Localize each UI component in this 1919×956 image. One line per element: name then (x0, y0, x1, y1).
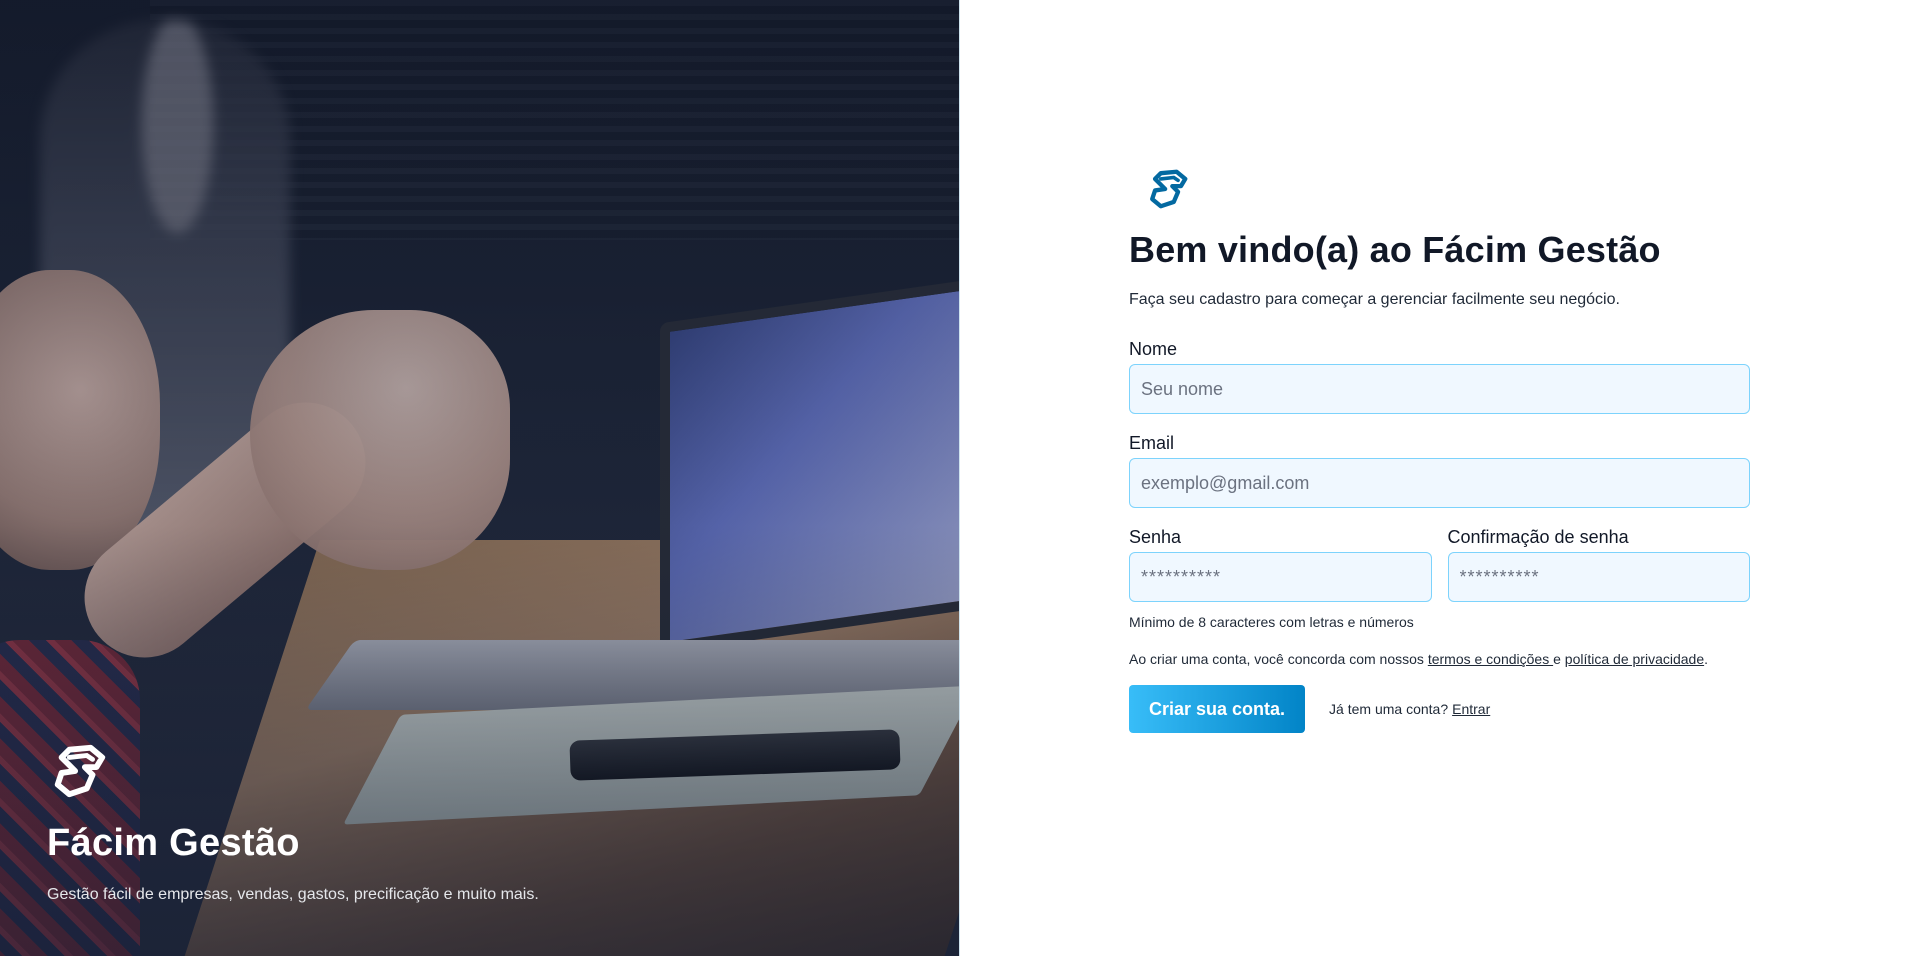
signup-page: Fácim Gestão Gestão fácil de empresas, v… (0, 0, 1919, 956)
form-actions: Criar sua conta. Já tem uma conta? Entrar (1129, 685, 1750, 733)
name-field-group: Nome (1129, 339, 1750, 414)
hero-tagline: Gestão fácil de empresas, vendas, gastos… (47, 886, 539, 903)
password-row: Senha Confirmação de senha (1129, 527, 1750, 602)
login-prompt-text: Já tem uma conta? (1329, 701, 1449, 717)
privacy-link[interactable]: política de privacidade (1565, 651, 1704, 667)
password-confirm-input[interactable] (1447, 552, 1750, 602)
signup-form: Bem vindo(a) ao Fácim Gestão Faça seu ca… (1129, 166, 1750, 733)
password-hint: Mínimo de 8 caracteres com letras e núme… (1129, 614, 1414, 630)
password-confirm-label: Confirmação de senha (1447, 527, 1629, 547)
email-label: Email (1129, 433, 1175, 453)
password-field-group: Senha (1129, 527, 1432, 602)
password-confirm-field-group: Confirmação de senha (1447, 527, 1750, 602)
password-input[interactable] (1129, 552, 1432, 602)
hero-brand-name: Fácim Gestão (47, 822, 300, 864)
page-subtitle: Faça seu cadastro para começar a gerenci… (1129, 291, 1620, 308)
signup-form-panel: Bem vindo(a) ao Fácim Gestão Faça seu ca… (959, 0, 1919, 956)
page-title: Bem vindo(a) ao Fácim Gestão (1129, 229, 1661, 270)
password-label: Senha (1129, 527, 1182, 547)
name-input[interactable] (1129, 364, 1750, 414)
login-link[interactable]: Entrar (1452, 701, 1490, 717)
name-label: Nome (1129, 339, 1178, 359)
facim-logo-icon (54, 744, 106, 798)
hero-panel: Fácim Gestão Gestão fácil de empresas, v… (0, 0, 959, 956)
email-input[interactable] (1129, 458, 1750, 508)
terms-middle: e (1553, 651, 1565, 667)
email-field-group: Email (1129, 433, 1750, 508)
terms-link[interactable]: termos e condições (1428, 651, 1553, 667)
terms-suffix: . (1704, 651, 1708, 667)
facim-logo-icon (1150, 169, 1188, 209)
terms-notice: Ao criar uma conta, você concorda com no… (1129, 651, 1750, 667)
hero-overlay (0, 0, 959, 956)
login-prompt: Já tem uma conta? Entrar (1329, 701, 1490, 717)
terms-prefix: Ao criar uma conta, você concorda com no… (1129, 651, 1428, 667)
create-account-button[interactable]: Criar sua conta. (1129, 685, 1306, 733)
